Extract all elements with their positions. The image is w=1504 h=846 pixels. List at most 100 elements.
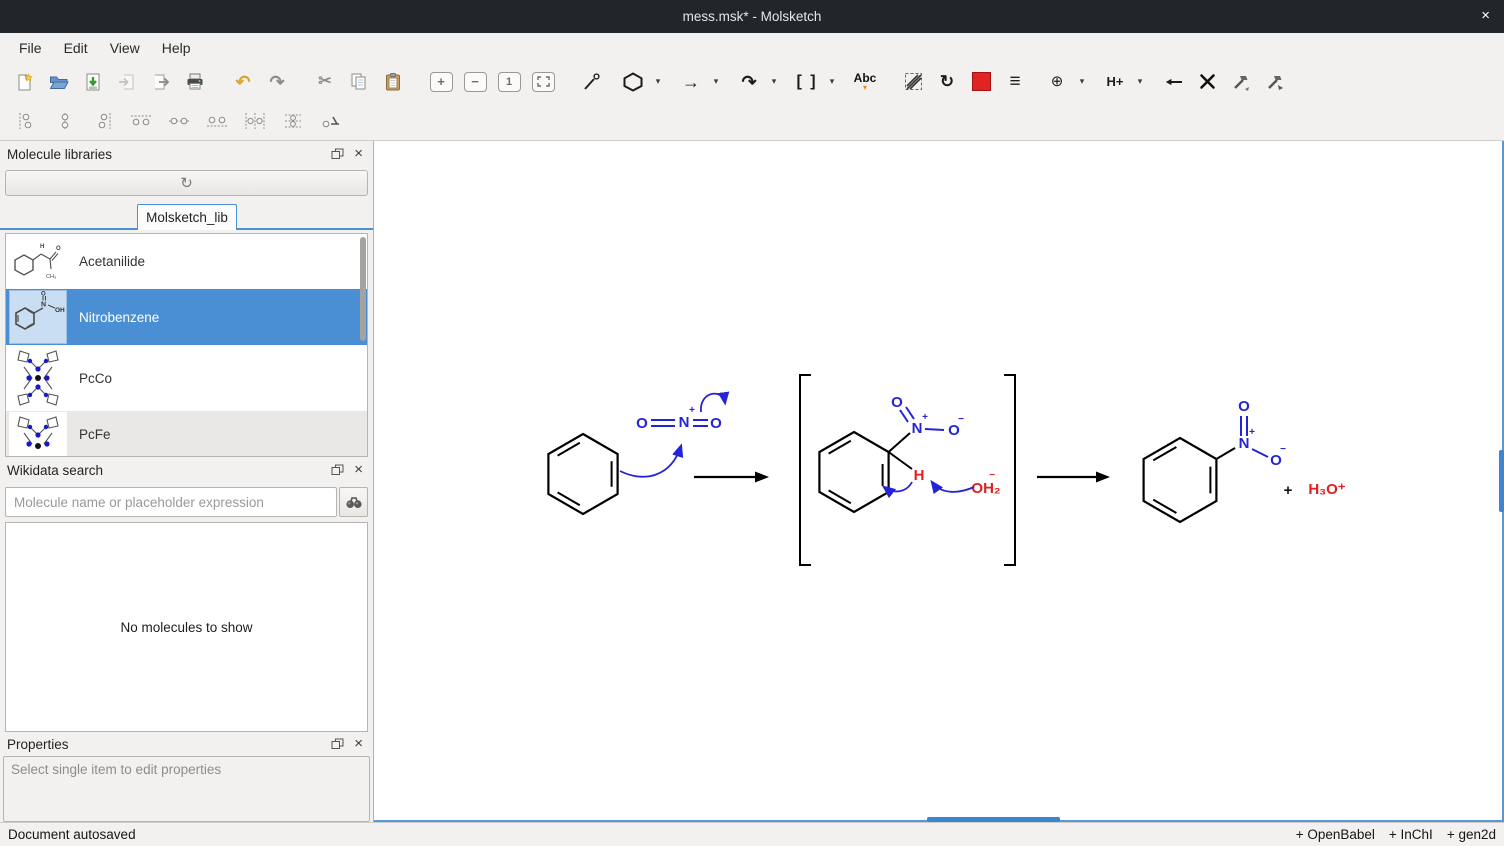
water-base[interactable]: OH₂ − <box>971 470 1000 497</box>
line-width-button[interactable]: ≡ <box>998 66 1032 98</box>
wikidata-close-icon[interactable]: × <box>354 464 363 476</box>
status-message: Document autosaved <box>8 827 136 842</box>
wikidata-float-icon[interactable] <box>331 464 344 476</box>
undo-button[interactable]: ↶ <box>226 66 260 98</box>
nitrobenzene-product[interactable]: N + O O − <box>1144 398 1286 522</box>
distribute-horizontal-button[interactable] <box>236 107 274 135</box>
redo-button[interactable]: ↷ <box>260 66 294 98</box>
ring-tool[interactable] <box>616 66 650 98</box>
menu-help[interactable]: Help <box>151 37 202 59</box>
align-bottom-button[interactable] <box>198 107 236 135</box>
list-item-label: PcCo <box>79 371 112 386</box>
rotate-tool[interactable]: ↻ <box>930 66 964 98</box>
save-icon <box>83 72 103 92</box>
implicit-hydrogen-tool[interactable] <box>1156 66 1190 98</box>
selection-tool[interactable] <box>896 66 930 98</box>
align-right-button[interactable] <box>84 107 122 135</box>
drawing-canvas[interactable]: O N + O <box>374 141 1504 822</box>
empty-results-message: No molecules to show <box>120 620 252 635</box>
color-picker-button[interactable] <box>964 66 998 98</box>
properties-close-icon[interactable]: × <box>354 738 363 750</box>
hatch-selection-icon <box>904 72 923 91</box>
new-document-button[interactable] <box>8 66 42 98</box>
libraries-float-icon[interactable] <box>331 148 344 160</box>
import-icon <box>117 72 137 92</box>
reaction-scheme: O N + O <box>374 141 1503 820</box>
align-horizontal-center-button[interactable] <box>160 107 198 135</box>
align-top-icon <box>129 112 153 130</box>
hydronium-ion[interactable]: H₃O⁺ <box>1308 481 1345 498</box>
window-close-button[interactable]: × <box>1481 7 1490 25</box>
charge-tool[interactable]: ⊕ <box>1040 66 1074 98</box>
open-document-button[interactable] <box>42 66 76 98</box>
hydrogen-tool-dropdown[interactable]: ▾ <box>1132 66 1148 98</box>
reaction-arrow-1[interactable] <box>694 472 769 483</box>
export-document-button[interactable] <box>144 66 178 98</box>
plugin-gen2d: + gen2d <box>1447 827 1496 842</box>
hydrogen-tool[interactable]: H+ <box>1098 66 1132 98</box>
plus-charge: + <box>689 405 695 416</box>
canvas-hscrollbar-thumb[interactable] <box>927 817 1060 822</box>
ring-tool-dropdown[interactable]: ▾ <box>650 66 666 98</box>
svg-text:O: O <box>41 292 46 298</box>
benzene-molecule[interactable] <box>548 434 617 514</box>
save-document-button[interactable] <box>76 66 110 98</box>
refresh-libraries-button[interactable]: ↻ <box>5 170 368 196</box>
text-tool[interactable]: Abc▾ <box>848 66 882 98</box>
rotate-icon: ↻ <box>940 73 954 90</box>
refresh-icon: ↻ <box>180 174 193 192</box>
list-item-pcco[interactable]: PcCo <box>6 345 367 411</box>
arenium-intermediate[interactable]: N + O O − H <box>819 394 964 512</box>
list-item-nitrobenzene[interactable]: N O OH Nitrobenzene <box>6 289 367 345</box>
menu-file[interactable]: File <box>8 37 53 59</box>
nitronium-ion[interactable]: O N + O <box>636 405 722 432</box>
list-item-pcfe[interactable]: PcFe <box>6 411 367 457</box>
menu-edit[interactable]: Edit <box>53 37 99 59</box>
wikidata-dock-title: Wikidata search <box>7 463 103 478</box>
intermediate-brackets[interactable] <box>800 375 1015 565</box>
pcco-thumbnail <box>9 346 67 410</box>
draw-bond-tool[interactable] <box>574 66 608 98</box>
properties-float-icon[interactable] <box>331 738 344 750</box>
pcfe-thumbnail <box>9 412 67 457</box>
cut-button[interactable]: ✂ <box>308 66 342 98</box>
reaction-arrow-2[interactable] <box>1037 472 1110 483</box>
optimize-mechanism-button[interactable] <box>1258 66 1292 98</box>
mechanism-arrow-dropdown[interactable]: ▾ <box>766 66 782 98</box>
reaction-arrow-dropdown[interactable]: ▾ <box>708 66 724 98</box>
paste-button[interactable] <box>376 66 410 98</box>
reaction-arrow-tool[interactable]: → <box>674 66 708 98</box>
zoom-out-button[interactable]: − <box>458 66 492 98</box>
zoom-in-button[interactable]: + <box>424 66 458 98</box>
copy-button[interactable] <box>342 66 376 98</box>
tab-molsketch-lib[interactable]: Molsketch_lib <box>137 204 237 230</box>
menu-view[interactable]: View <box>99 37 151 59</box>
menu-bar: File Edit View Help <box>0 33 1504 62</box>
align-top-button[interactable] <box>122 107 160 135</box>
charge-tool-dropdown[interactable]: ▾ <box>1074 66 1090 98</box>
wikidata-search-button[interactable] <box>339 487 368 517</box>
delete-tool[interactable] <box>1190 66 1224 98</box>
canvas-vscrollbar-thumb[interactable] <box>1499 450 1504 512</box>
distribute-vertical-button[interactable] <box>274 107 312 135</box>
library-list-scrollbar[interactable] <box>360 237 366 341</box>
wikidata-dock-header: Wikidata search × <box>0 457 373 483</box>
print-button[interactable] <box>178 66 212 98</box>
zoom-original-button[interactable]: 1 <box>492 66 526 98</box>
wikidata-search-input[interactable] <box>5 487 337 517</box>
print-icon <box>185 72 205 91</box>
electron-arrow-water-to-h[interactable] <box>932 482 974 492</box>
bracket-tool[interactable]: [ ] <box>790 66 824 98</box>
minimize-mechanism-button[interactable] <box>1224 66 1258 98</box>
zoom-fit-button[interactable] <box>526 66 560 98</box>
list-item-acetanilide[interactable]: H O CH₃ Acetanilide <box>6 234 367 289</box>
mechanism-arrow-tool[interactable]: ↷ <box>732 66 766 98</box>
align-left-button[interactable] <box>8 107 46 135</box>
import-document-button[interactable] <box>110 66 144 98</box>
align-vertical-center-button[interactable] <box>46 107 84 135</box>
libraries-close-icon[interactable]: × <box>354 148 363 160</box>
angle-tool-button[interactable] <box>312 107 350 135</box>
electron-arrow-pi-to-oxygen[interactable] <box>701 394 725 412</box>
bracket-tool-dropdown[interactable]: ▾ <box>824 66 840 98</box>
electron-arrow-ring-to-nitrogen[interactable] <box>620 446 681 477</box>
